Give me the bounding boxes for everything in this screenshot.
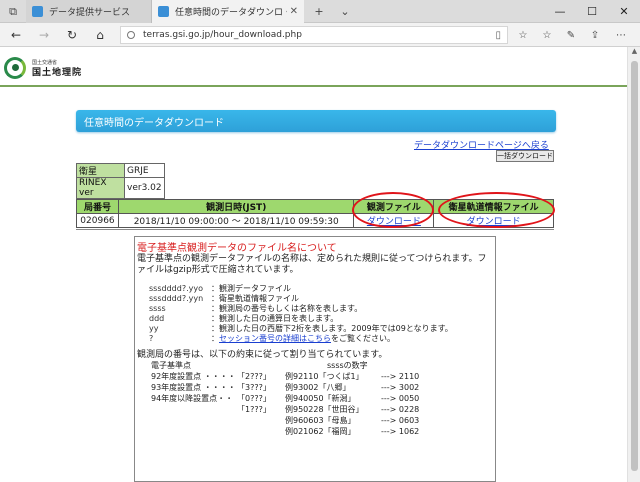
rinex-label: RINEX ver: [76, 177, 125, 199]
session-detail-link[interactable]: セッション番号の詳細はこちら: [219, 334, 331, 343]
list-item: sssdddd?.yyn ：衛星軌道情報ファイル: [149, 294, 493, 304]
numbering-table: 電子基準点 ssssの数字 92年度設置点 ・・・・ 「2???」 例92110…: [137, 361, 493, 461]
format-code: ?: [149, 334, 154, 343]
numbering-example: 例92110「つくば1」: [285, 372, 364, 381]
back-arrow-icon[interactable]: ←: [4, 23, 28, 47]
list-item: sssdddd?.yyo ：観測データファイル: [149, 284, 493, 294]
format-desc: ：観測した日の通算日を表します。: [211, 314, 339, 323]
favorites-hub-icon[interactable]: ☆: [536, 23, 558, 47]
bulk-download-button[interactable]: 一括ダウンロード: [496, 150, 554, 162]
format-code: ssss: [149, 304, 166, 313]
format-code: sssdddd?.yyo: [149, 284, 203, 293]
numbering-result: ---> 1062: [381, 427, 420, 436]
format-desc: ：観測局の番号もしくは名称を表します。: [211, 304, 363, 313]
list-item: ssss ：観測局の番号もしくは名称を表します。: [149, 304, 493, 314]
numbering-intro: 観測局の番号は、以下の約束に従って割り当てられています。: [137, 350, 388, 360]
format-code: sssdddd?.yyn: [149, 294, 204, 303]
notes-pen-icon[interactable]: ✎: [560, 23, 582, 47]
browser-tab-bar: ⧉ データ提供サービス 任意時間のデータダウンロ・ ✕ + ⌄ — ☐ ✕: [0, 0, 640, 23]
favicon-icon: [32, 6, 43, 17]
satellite-value: GRJE: [124, 163, 165, 178]
col-header-number: ssssの数字: [327, 361, 368, 370]
numbering-result: ---> 0050: [381, 394, 420, 403]
numbering-example: 例960603「母島」: [285, 416, 356, 425]
favicon-icon: [158, 6, 169, 17]
highlight-circle-nav: [438, 192, 555, 228]
home-icon[interactable]: ⌂: [88, 23, 112, 47]
url-input[interactable]: terras.gsi.go.jp/hour_download.php ▯: [120, 26, 508, 44]
chevron-down-icon[interactable]: ⌄: [332, 0, 358, 23]
info-table: 衛星 GRJE RINEX ver ver3.02: [76, 163, 165, 199]
list-item: yy ：観測した日の西暦下2桁を表します。2009年では09となります。: [149, 324, 493, 334]
highlight-circle-obs: [352, 192, 434, 228]
format-code: yy: [149, 324, 159, 333]
tab-label: データ提供サービス: [49, 8, 131, 18]
station-cell: 020966: [76, 213, 119, 228]
format-desc: ：衛星軌道情報ファイル: [211, 294, 299, 303]
numbering-example: 例950228「世田谷」: [285, 405, 364, 414]
org-name: 国土地理院: [32, 68, 83, 78]
window-close-icon[interactable]: ✕: [608, 0, 640, 23]
url-text: terras.gsi.go.jp/hour_download.php: [143, 30, 302, 40]
numbering-result: ---> 0603: [381, 416, 420, 425]
tab-actions-icon[interactable]: ⧉: [0, 0, 26, 23]
numbering-result: ---> 3002: [381, 383, 420, 392]
numbering-example: 例93002「八郷」: [285, 383, 351, 392]
numbering-pattern: 「0???」: [237, 394, 271, 403]
favorite-star-icon[interactable]: ☆: [512, 23, 534, 47]
col-datetime: 観測日時(JST): [117, 199, 355, 214]
format-desc: ：観測した日の西暦下2桁を表します。2009年では09となります。: [211, 324, 453, 333]
close-tab-icon[interactable]: ✕: [290, 6, 298, 17]
address-bar: ← → ↻ ⌂ terras.gsi.go.jp/hour_download.p…: [0, 23, 640, 47]
datetime-cell: 2018/11/10 09:00:00 ～ 2018/11/10 09:59:3…: [117, 213, 355, 228]
more-menu-icon[interactable]: ⋯: [610, 23, 632, 47]
page-content: 国土交通省 国土地理院 任意時間のデータダウンロード データダウンロードページへ…: [0, 47, 627, 482]
format-code: ddd: [149, 314, 165, 323]
scroll-thumb[interactable]: [631, 61, 638, 471]
rinex-value: ver3.02: [124, 177, 165, 199]
numbering-example: 例021062「福岡」: [285, 427, 356, 436]
header-divider: [0, 85, 627, 87]
numbering-label: 92年度設置点 ・・・・: [151, 372, 236, 381]
session-prefix: ：: [211, 334, 219, 343]
logo-dot-icon: [12, 64, 19, 71]
page-title: 任意時間のデータダウンロード: [76, 110, 556, 132]
note-title: 電子基準点観測データのファイル名について: [137, 243, 337, 254]
numbering-example: 例940050「新潟」: [285, 394, 356, 403]
site-header: 国土交通省 国土地理院: [0, 47, 627, 87]
format-desc: ：セッション番号の詳細はこちらをご覧ください。: [211, 334, 395, 344]
format-list: sssdddd?.yyo ：観測データファイル sssdddd?.yyn ：衛星…: [149, 284, 493, 344]
new-tab-icon[interactable]: +: [306, 0, 332, 23]
minimize-icon[interactable]: —: [544, 0, 576, 23]
list-item: ? ：セッション番号の詳細はこちらをご覧ください。: [149, 334, 493, 344]
session-suffix: をご覧ください。: [331, 334, 395, 343]
numbering-pattern: 「3???」: [237, 383, 271, 392]
scroll-up-icon[interactable]: ▲: [628, 47, 640, 59]
site-info-icon[interactable]: [127, 31, 135, 39]
numbering-result: ---> 0228: [381, 405, 420, 414]
maximize-icon[interactable]: ☐: [576, 0, 608, 23]
page-scrollbar[interactable]: ▲: [627, 47, 640, 482]
list-item: ddd ：観測した日の通算日を表します。: [149, 314, 493, 324]
divider: [76, 229, 554, 230]
share-icon[interactable]: ⇪: [584, 23, 606, 47]
numbering-pattern: 「2???」: [237, 372, 271, 381]
tab-data-service[interactable]: データ提供サービス: [26, 0, 152, 23]
forward-arrow-icon[interactable]: →: [32, 23, 56, 47]
filename-note-box: 電子基準点観測データのファイル名について 電子基準点の観測データファイルの名称は…: [134, 236, 496, 482]
refresh-icon[interactable]: ↻: [60, 23, 84, 47]
tab-label: 任意時間のデータダウンロ・: [175, 8, 287, 18]
numbering-label: 94年度以降設置点・・: [151, 394, 234, 403]
format-desc: ：観測データファイル: [211, 284, 291, 293]
numbering-pattern: 「1???」: [237, 405, 271, 414]
numbering-label: 93年度設置点 ・・・・: [151, 383, 236, 392]
col-header-station: 電子基準点: [151, 361, 191, 370]
gsi-logo[interactable]: 国土交通省 国土地理院: [4, 55, 84, 81]
reading-view-icon[interactable]: ▯: [495, 30, 501, 41]
col-station: 局番号: [76, 199, 119, 214]
satellite-label: 衛星: [76, 163, 125, 178]
tab-hour-download[interactable]: 任意時間のデータダウンロ・ ✕: [152, 0, 304, 23]
note-intro: 電子基準点の観測データファイルの名称は、定められた規則に従ってつけられます。ファ…: [137, 254, 487, 275]
numbering-result: ---> 2110: [381, 372, 420, 381]
